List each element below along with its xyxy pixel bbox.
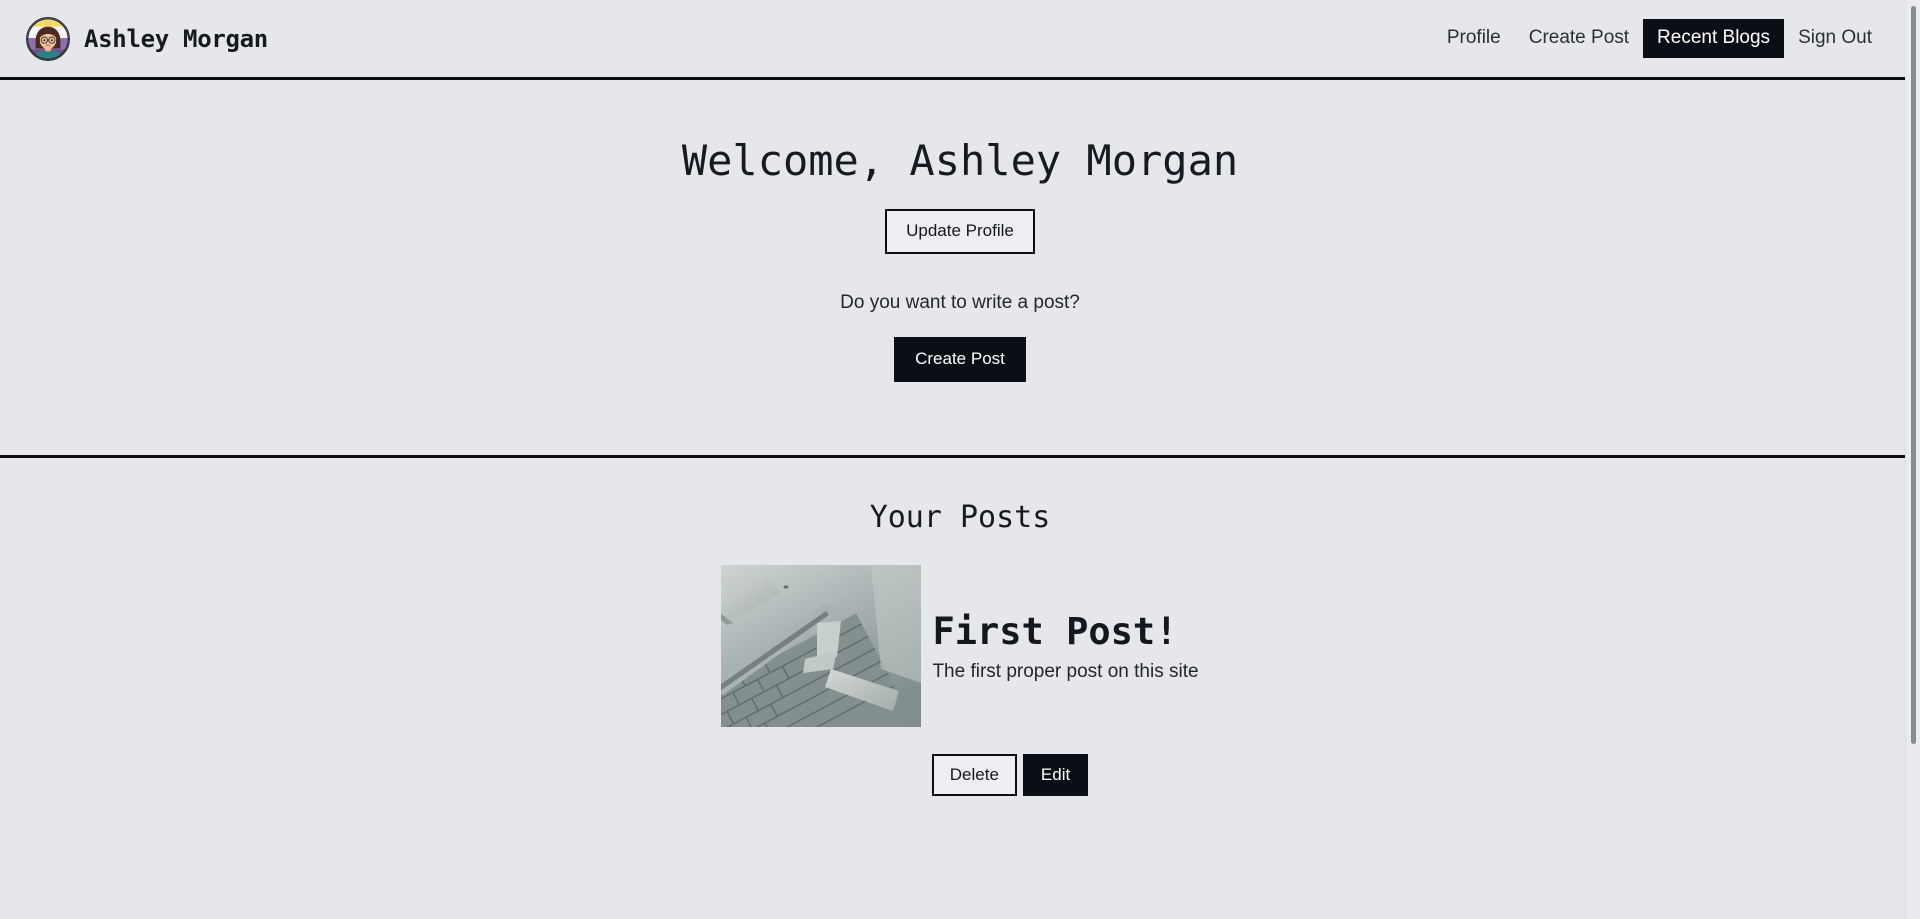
nav-item-sign-out[interactable]: Sign Out [1784, 19, 1886, 58]
nav-links: Profile Create Post Recent Blogs Sign Ou… [1433, 19, 1892, 58]
page-scrollbar-thumb[interactable] [1911, 6, 1916, 744]
post-title[interactable]: First Post! [932, 610, 1198, 652]
your-posts-section: Your Posts First Post! The first proper … [0, 458, 1920, 797]
brand[interactable]: Ashley Morgan [26, 16, 268, 61]
page-scrollbar[interactable] [1905, 0, 1920, 919]
nav-item-create-post[interactable]: Create Post [1515, 19, 1643, 58]
avatar [26, 16, 70, 61]
create-post-button[interactable]: Create Post [894, 337, 1026, 382]
update-profile-button[interactable]: Update Profile [885, 209, 1035, 254]
write-post-prompt: Do you want to write a post? [840, 291, 1080, 313]
nav-item-recent-blogs[interactable]: Recent Blogs [1643, 19, 1785, 58]
post-card: First Post! The first proper post on thi… [0, 564, 1920, 727]
your-posts-title: Your Posts [869, 499, 1051, 535]
post-text-block: First Post! The first proper post on thi… [932, 565, 1198, 685]
nav-item-profile[interactable]: Profile [1433, 19, 1515, 58]
create-post-row: Create Post [0, 337, 1920, 382]
post-actions: Delete Edit [0, 753, 1920, 797]
update-profile-row: Update Profile [0, 209, 1920, 254]
post-description: The first proper post on this site [932, 661, 1199, 683]
edit-post-button[interactable]: Edit [1022, 753, 1089, 797]
welcome-title: Welcome, Ashley Morgan [681, 136, 1239, 185]
top-navbar: Ashley Morgan Profile Create Post Recent… [0, 0, 1920, 80]
welcome-section: Welcome, Ashley Morgan Update Profile Do… [0, 80, 1920, 458]
delete-post-button[interactable]: Delete [931, 753, 1017, 797]
brand-name: Ashley Morgan [84, 24, 268, 53]
post-thumbnail-image[interactable] [721, 564, 922, 727]
